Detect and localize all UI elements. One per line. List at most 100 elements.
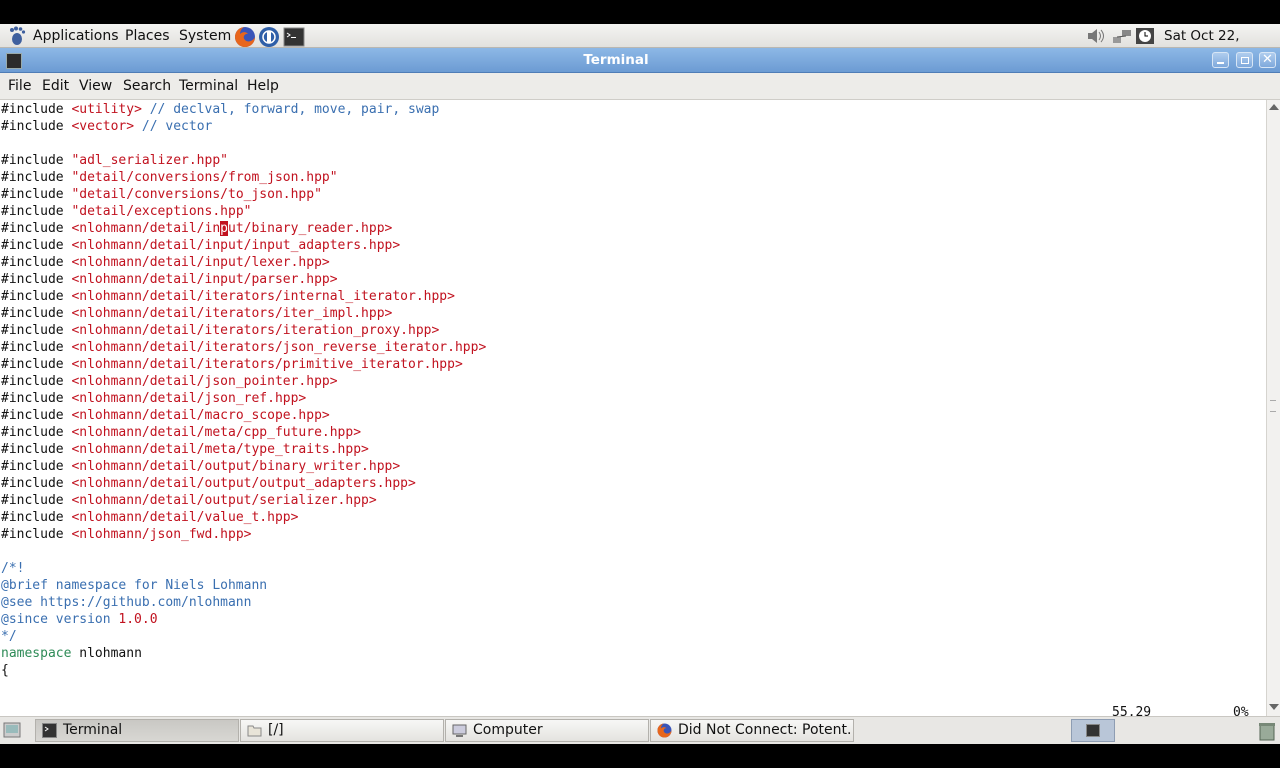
code-token: #include: [1, 510, 72, 525]
code-token: namespace: [1, 646, 72, 661]
scrollbar-grip[interactable]: [1270, 400, 1276, 412]
code-token: 1.0.0: [118, 612, 158, 627]
code-line: @see https://github.com/nlohmann: [1, 594, 251, 611]
code-token: #include: [1, 442, 72, 457]
folder-icon: [247, 725, 262, 737]
code-token: <nlohmann/detail/iterators/iteration_pro…: [71, 323, 440, 338]
code-token: // declval, forward, move, pair, swap: [141, 102, 440, 117]
scroll-down-arrow-icon[interactable]: [1269, 704, 1279, 710]
workspace-window-icon: [1086, 724, 1100, 737]
code-line: #include "adl_serializer.hpp": [1, 152, 228, 169]
code-token: <nlohmann/detail/value_t.hpp>: [71, 510, 299, 525]
code-token: @brief namespace for Niels Lohmann: [1, 578, 268, 593]
code-token: #include: [1, 102, 72, 117]
code-line: #include <nlohmann/detail/input/binary_r…: [1, 220, 392, 237]
code-line: @brief namespace for Niels Lohmann: [1, 577, 267, 594]
code-token: "detail/exceptions.hpp": [71, 204, 252, 219]
show-desktop-icon[interactable]: [3, 722, 21, 738]
code-token: nlohmann: [71, 646, 142, 661]
code-token: #include: [1, 493, 72, 508]
code-line: */: [1, 628, 17, 645]
terminal-launcher-icon[interactable]: [283, 26, 305, 48]
code-token: <nlohmann/detail/iterators/json_reverse_…: [71, 340, 487, 355]
code-token: #include: [1, 323, 72, 338]
places-menu[interactable]: Places: [125, 24, 170, 48]
taskbar-item-terminal[interactable]: Terminal: [35, 719, 239, 742]
menu-view[interactable]: View: [79, 73, 112, 100]
code-token: #include: [1, 391, 72, 406]
close-button[interactable]: ✕: [1259, 52, 1276, 68]
window-menubar: File Edit View Search Terminal Help: [0, 73, 1280, 100]
code-line: #include "detail/conversions/from_json.h…: [1, 169, 338, 186]
maximize-icon: [1241, 57, 1249, 64]
terminal-scrollbar[interactable]: [1266, 100, 1280, 716]
code-line: #include <utility> // declval, forward, …: [1, 101, 439, 118]
gnome-foot-icon[interactable]: [8, 26, 26, 46]
network-launcher-icon[interactable]: [258, 26, 280, 48]
taskbar-item-computer[interactable]: Computer: [445, 719, 649, 742]
code-token: #include: [1, 238, 72, 253]
applications-menu[interactable]: Applications: [33, 24, 119, 48]
code-line: #include <nlohmann/detail/json_pointer.h…: [1, 373, 338, 390]
network-tray-icon[interactable]: [1111, 27, 1133, 45]
code-token: "detail/conversions/from_json.hpp": [71, 170, 338, 185]
scroll-percent: 0%: [1233, 705, 1249, 716]
menu-search[interactable]: Search: [123, 73, 171, 100]
code-token: #include: [1, 357, 72, 372]
code-token: @see https://github.com/nlohmann: [1, 595, 252, 610]
code-token: #include: [1, 459, 72, 474]
taskbar-item-folder[interactable]: [/]: [240, 719, 444, 742]
code-token: <utility>: [71, 102, 142, 117]
cursor-position: 55,29: [1112, 705, 1152, 716]
taskbar-item-label: Computer: [473, 722, 543, 738]
code-line: #include <vector> // vector: [1, 118, 212, 135]
code-token: <nlohmann/detail/output/serializer.hpp>: [71, 493, 377, 508]
system-menu[interactable]: System: [179, 24, 231, 48]
window-titlebar[interactable]: Terminal ✕: [0, 48, 1280, 73]
code-line: #include <nlohmann/detail/iterators/prim…: [1, 356, 463, 373]
code-token: <nlohmann/detail/macro_scope.hpp>: [71, 408, 330, 423]
code-token: <nlohmann/detail/input/parser.hpp>: [71, 272, 338, 287]
menu-terminal[interactable]: Terminal: [179, 73, 238, 100]
code-token: */: [1, 629, 17, 644]
menu-help[interactable]: Help: [247, 73, 279, 100]
code-line: #include <nlohmann/detail/iterators/inte…: [1, 288, 455, 305]
code-line: #include <nlohmann/detail/iterators/iter…: [1, 322, 439, 339]
code-token: #include: [1, 374, 72, 389]
scroll-up-arrow-icon[interactable]: [1269, 104, 1279, 110]
code-token: #include: [1, 527, 72, 542]
volume-icon[interactable]: [1086, 27, 1106, 45]
minimize-button[interactable]: [1212, 52, 1229, 68]
top-panel: Applications Places System Sat Oct 22, 0…: [0, 24, 1280, 68]
taskbar-item-label: [/]: [268, 722, 284, 738]
code-line: #include <nlohmann/detail/input/lexer.hp…: [1, 254, 330, 271]
firefox-launcher-icon[interactable]: [234, 26, 256, 48]
screen-top-border: [0, 0, 1280, 24]
menu-edit[interactable]: Edit: [42, 73, 69, 100]
bottom-taskbar: Terminal [/] Computer Did Not Connect: P…: [0, 716, 1280, 744]
code-line: #include <nlohmann/detail/input/parser.h…: [1, 271, 338, 288]
code-token: <nlohmann/json_fwd.hpp>: [71, 527, 252, 542]
code-line: #include <nlohmann/detail/meta/type_trai…: [1, 441, 369, 458]
code-token: #include: [1, 170, 72, 185]
panel-clock[interactable]: Sat Oct 22, 02:41: [1164, 24, 1280, 68]
code-token: <nlohmann/detail/in: [71, 221, 221, 236]
taskbar-item-firefox[interactable]: Did Not Connect: Potent...: [650, 719, 854, 742]
terminal-text-area[interactable]: 55,29 0% #include <utility> // declval, …: [0, 100, 1266, 716]
maximize-button[interactable]: [1236, 52, 1253, 68]
code-token: @since version: [1, 612, 119, 627]
code-token: <nlohmann/detail/output/binary_writer.hp…: [71, 459, 401, 474]
menu-file[interactable]: File: [8, 73, 31, 100]
code-line: #include <nlohmann/json_fwd.hpp>: [1, 526, 251, 543]
code-token: ut/binary_reader.hpp>: [228, 221, 393, 236]
code-token: #include: [1, 306, 72, 321]
taskbar-item-label: Terminal: [63, 722, 123, 738]
code-line: #include <nlohmann/detail/output/binary_…: [1, 458, 400, 475]
code-token: <nlohmann/detail/input/lexer.hpp>: [71, 255, 330, 270]
code-token: #include: [1, 408, 72, 423]
workspace-switcher[interactable]: [1071, 719, 1115, 742]
code-line: @since version 1.0.0: [1, 611, 158, 628]
trash-icon[interactable]: [1258, 721, 1276, 741]
code-token: {: [1, 663, 9, 678]
code-line: #include <nlohmann/detail/macro_scope.hp…: [1, 407, 330, 424]
